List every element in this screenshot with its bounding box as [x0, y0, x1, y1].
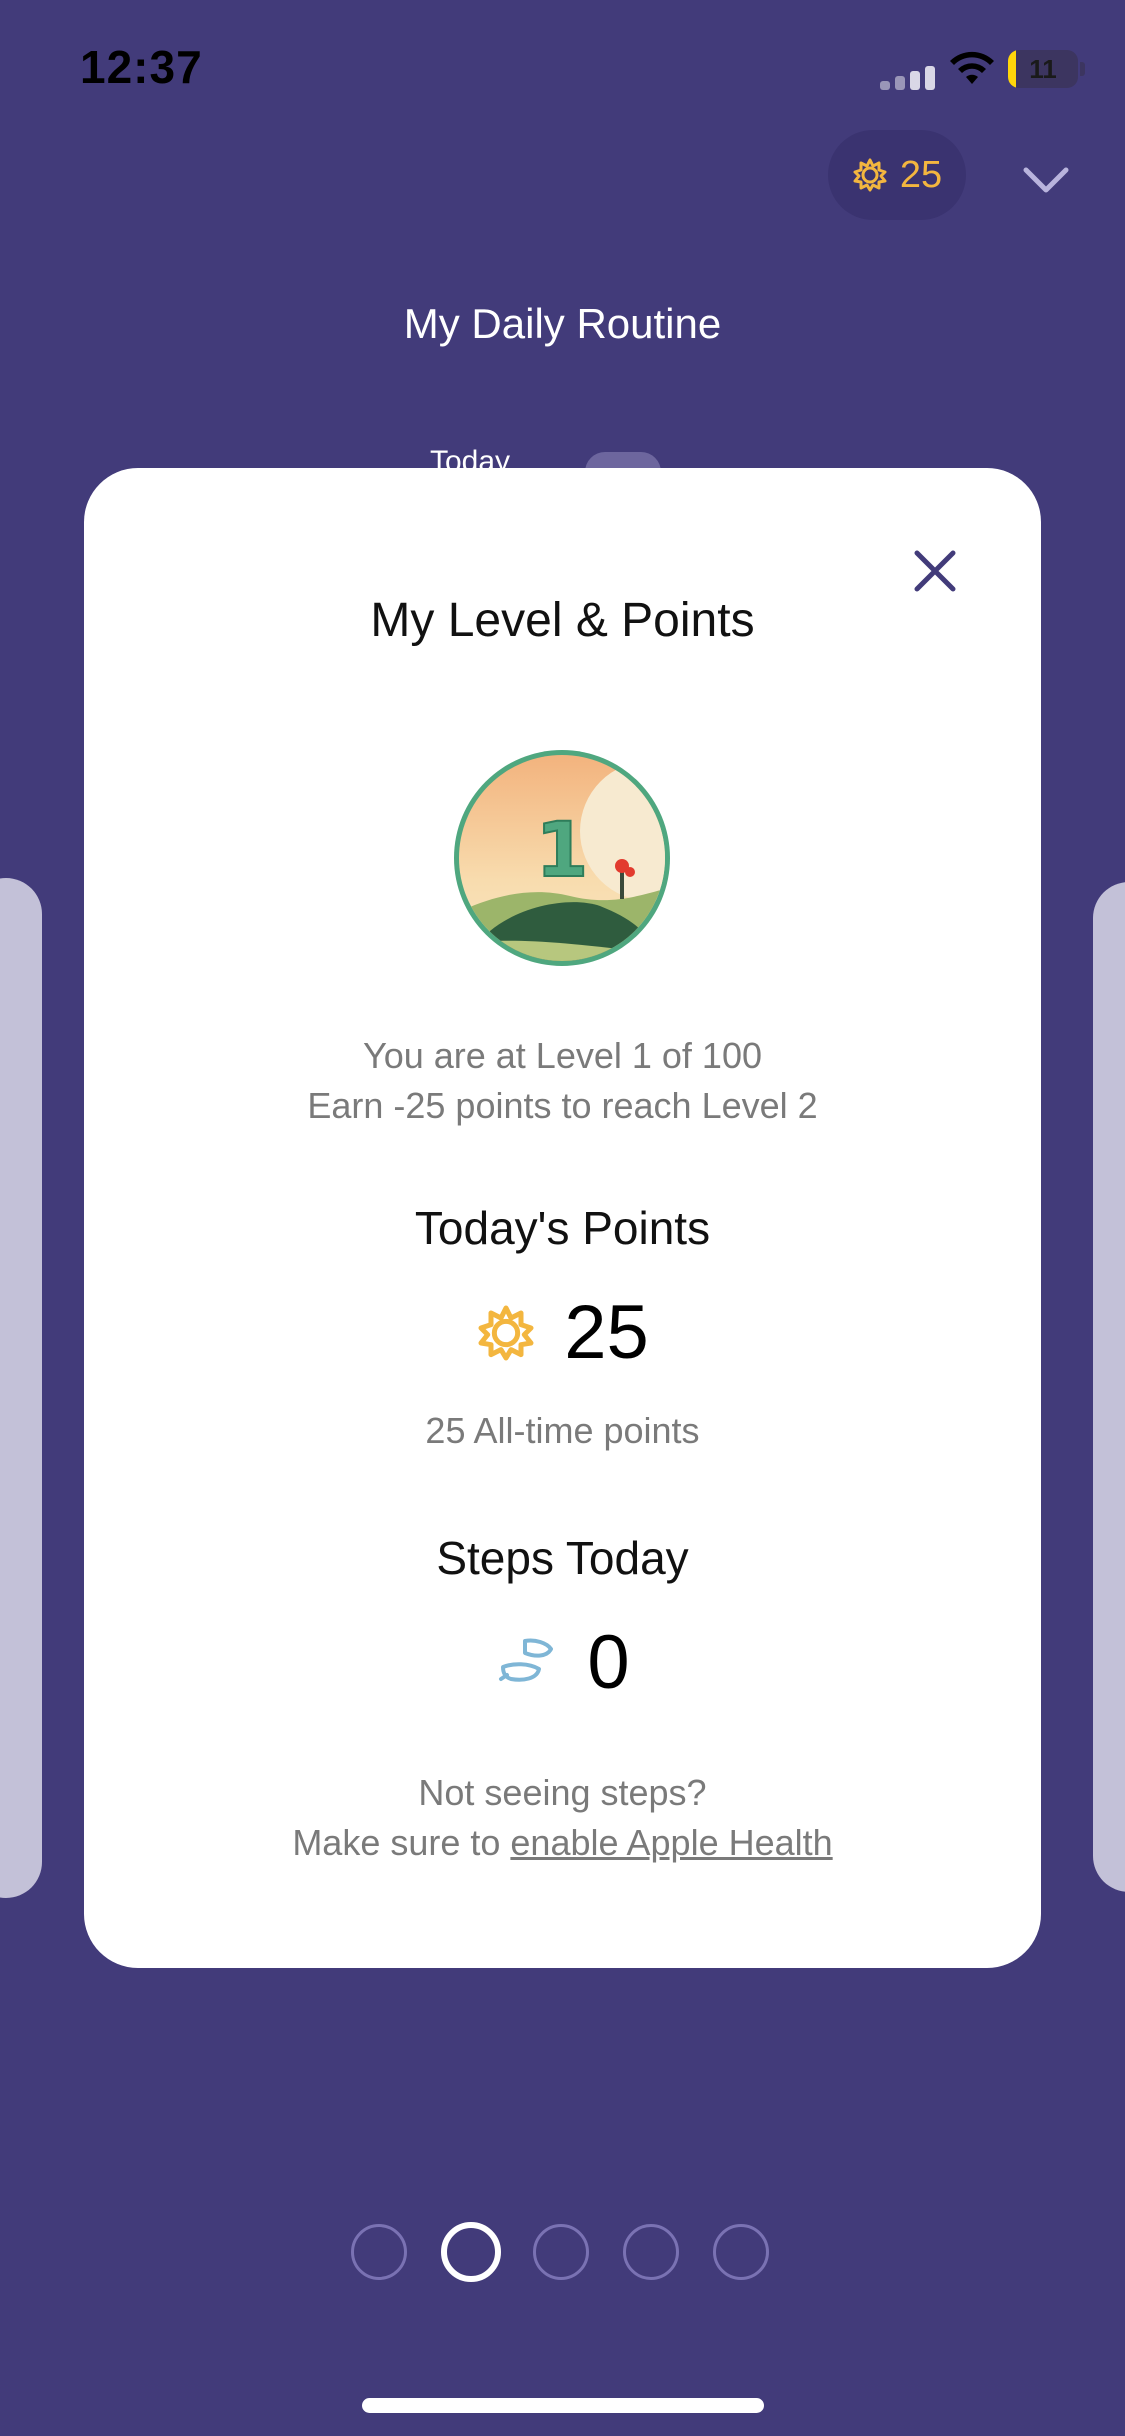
points-pill-button[interactable]: 25: [828, 130, 966, 220]
wifi-icon: [950, 51, 994, 84]
level-next-goal: Earn -25 points to reach Level 2: [307, 1085, 818, 1126]
page-dot[interactable]: [713, 2224, 769, 2280]
previous-card[interactable]: [0, 878, 42, 1898]
shoe-icon: [499, 1638, 554, 1682]
all-time-points: 25 All-time points: [425, 1410, 700, 1451]
level-status: You are at Level 1 of 100: [363, 1035, 762, 1076]
points-pill-value: 25: [899, 153, 943, 196]
battery-icon: 11: [1008, 50, 1078, 88]
home-indicator[interactable]: [362, 2398, 764, 2413]
close-icon[interactable]: [907, 543, 963, 599]
steps-today-row: 0: [84, 1618, 1041, 1708]
help-instruction: Make sure to enable Apple Health: [84, 1818, 1041, 1868]
chevron-down-icon[interactable]: [1016, 150, 1076, 210]
next-card[interactable]: [1093, 882, 1125, 1892]
todays-points-title: Today's Points: [414, 1202, 711, 1254]
status-bar: 12:37 11: [0, 0, 1125, 130]
level-badge-number: 1: [536, 805, 589, 894]
steps-today-value: 0: [587, 1620, 630, 1705]
page-dot[interactable]: [533, 2224, 589, 2280]
help-prefix: Make sure to: [292, 1822, 511, 1863]
page-dot-active[interactable]: [441, 2222, 501, 2282]
level-description: You are at Level 1 of 100 Earn -25 point…: [84, 1031, 1041, 1131]
battery-label: 11: [1029, 54, 1057, 84]
page-indicator: [351, 2222, 775, 2284]
level-badge-icon: 1: [454, 750, 670, 966]
page-dot[interactable]: [623, 2224, 679, 2280]
enable-apple-health-link[interactable]: enable Apple Health: [510, 1822, 832, 1863]
todays-points-row: 25: [84, 1288, 1041, 1378]
help-question: Not seeing steps?: [418, 1772, 707, 1813]
modal-title: My Level & Points: [370, 594, 755, 647]
status-time: 12:37: [80, 41, 203, 93]
level-points-modal: My Level & Points 1 You are at Level 1 o…: [84, 468, 1041, 1968]
sun-icon: [853, 158, 887, 192]
signal-icon: [880, 60, 940, 90]
battery-cap: [1080, 62, 1085, 76]
todays-points-value: 25: [564, 1290, 649, 1375]
page-dot[interactable]: [351, 2224, 407, 2280]
steps-today-title: Steps Today: [436, 1532, 689, 1584]
apple-health-help: Not seeing steps? Make sure to enable Ap…: [84, 1768, 1041, 1868]
screen-title: My Daily Routine: [403, 300, 722, 347]
sun-icon: [478, 1305, 534, 1361]
